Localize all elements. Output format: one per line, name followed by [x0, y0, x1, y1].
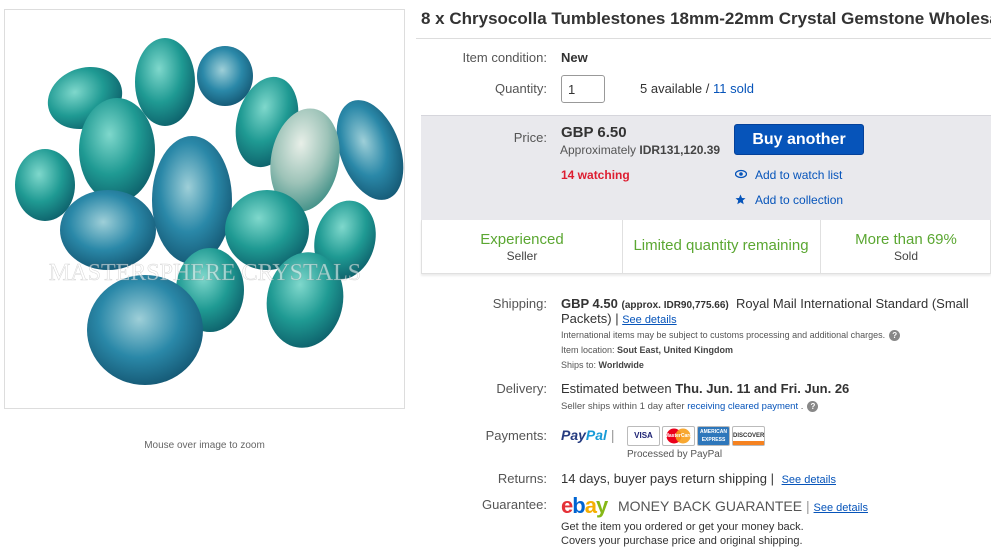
quantity-label: Quantity:	[494, 81, 547, 96]
delivery-estimate: Estimated between Thu. Jun. 11 and Fri. …	[561, 381, 849, 396]
delivery-prefix: Estimated between	[561, 381, 676, 396]
price-value: GBP 6.50	[561, 124, 627, 141]
money-back-title: MONEY BACK GUARANTEE	[618, 498, 803, 514]
shipping-cost: GBP 4.50	[561, 296, 618, 311]
shipping-approx: (approx. IDR90,775.66)	[621, 300, 729, 311]
item-location-value: Sout East, United Kingdom	[617, 345, 734, 355]
product-photo: MASTERSPHERE CRYSTALS	[15, 38, 404, 385]
watermark-text: MASTERSPHERE CRYSTALS	[49, 260, 361, 286]
shipping-service: Royal Mail International Standard (Small	[735, 296, 969, 311]
stat-big: Limited quantity remaining	[633, 237, 809, 254]
payments-label: Payments:	[485, 428, 547, 443]
zoom-hint: Mouse over image to zoom	[144, 440, 265, 451]
ebay-logo: ebay	[561, 493, 608, 518]
stat-sold-percent: More than 69% Sold	[820, 220, 991, 274]
product-image[interactable]: MASTERSPHERE CRYSTALS	[4, 9, 405, 409]
eye-icon	[734, 169, 748, 182]
add-to-watch-list-link[interactable]: Add to watch list	[755, 168, 842, 182]
approx-prefix: Approximately	[560, 143, 640, 157]
returns-line: 14 days, buyer pays return shipping | Se…	[561, 471, 837, 486]
ships-to: Ships to: Worldwide	[561, 360, 644, 370]
ships-to-label: Ships to:	[561, 360, 597, 370]
guarantee-see-details-link[interactable]: See details	[814, 502, 868, 514]
question-circle-icon[interactable]: ?	[889, 330, 901, 342]
stat-limited-quantity: Limited quantity remaining	[622, 220, 820, 274]
international-note-text: International items may be subject to cu…	[561, 330, 886, 340]
watching-count: 14 watching	[561, 168, 630, 182]
shipping-see-details-link[interactable]: See details	[622, 314, 676, 326]
available-count: 5 available	[640, 81, 703, 96]
condition-label: Item condition:	[462, 50, 547, 65]
item-location-label: Item location:	[561, 345, 615, 355]
quantity-input[interactable]	[561, 75, 605, 103]
processed-by-paypal: Processed by PayPal	[627, 449, 723, 460]
delivery-label: Delivery:	[496, 381, 547, 396]
stat-small: Seller	[506, 249, 538, 263]
paypal-logo-part1: Pay	[561, 427, 586, 443]
money-back-guarantee: MONEY BACK GUARANTEE | See details	[618, 498, 868, 514]
add-to-collection-link[interactable]: Add to collection	[755, 193, 843, 207]
condition-value: New	[561, 50, 588, 65]
delivery-note-suffix: .	[798, 401, 804, 413]
availability-separator: /	[702, 81, 713, 96]
returns-label: Returns:	[497, 471, 547, 486]
buy-another-button[interactable]: Buy another	[734, 124, 864, 155]
guarantee-description: Get the item you ordered or get your mon…	[561, 520, 804, 548]
sold-link[interactable]: 11 sold	[713, 81, 754, 96]
discover-card-icon: DISCOVER	[732, 426, 765, 446]
stat-experienced: Experienced Seller	[422, 220, 622, 274]
price-label: Price:	[513, 130, 547, 145]
item-location: Item location: Sout East, United Kingdom	[561, 345, 733, 355]
question-circle-icon[interactable]: ?	[807, 401, 819, 412]
stat-big: More than 69%	[855, 231, 957, 248]
stat-big: Experienced	[480, 231, 564, 248]
paypal-logo: PayPal |	[561, 427, 615, 443]
amex-card-icon: AMERICAN EXPRESS	[697, 426, 730, 446]
returns-value: 14 days, buyer pays return shipping	[561, 471, 767, 486]
delivery-dates: Thu. Jun. 11 and Fri. Jun. 26	[675, 381, 850, 396]
visa-card-icon: VISA	[627, 426, 660, 446]
paypal-logo-part2: Pal	[585, 427, 607, 443]
title-divider	[416, 38, 991, 39]
seller-stats: Experienced Seller Limited quantity rema…	[421, 220, 991, 274]
guarantee-label: Guarantee:	[481, 497, 547, 512]
price-approx: Approximately IDR131,120.39	[560, 143, 720, 157]
item-title: 8 x Chrysocolla Tumblestones 18mm-22mm C…	[421, 9, 991, 28]
shipping-line-2: Packets) | See details	[561, 311, 677, 326]
shipping-service-cont: Packets)	[561, 311, 612, 326]
cleared-payment-link[interactable]: receiving cleared payment	[687, 401, 798, 412]
approx-value: IDR131,120.39	[639, 143, 721, 157]
delivery-note-prefix: Seller ships within 1 day after	[561, 401, 688, 413]
shipping-line: GBP 4.50 (approx. IDR90,775.66) Royal Ma…	[561, 296, 969, 311]
quantity-availability: 5 available / 11 sold	[640, 81, 754, 96]
mastercard-icon: MasterCard	[662, 426, 695, 446]
star-icon	[735, 194, 746, 208]
guarantee-line-2: Covers your purchase price and original …	[561, 535, 803, 547]
international-note: International items may be subject to cu…	[561, 330, 901, 342]
guarantee-line-1: Get the item you ordered or get your mon…	[561, 521, 804, 533]
shipping-label: Shipping:	[492, 296, 547, 311]
stat-small: Sold	[893, 249, 919, 263]
ships-to-value: Worldwide	[598, 360, 644, 370]
mastercard-label: MasterCard	[664, 433, 693, 439]
discover-label: DISCOVER	[733, 433, 765, 439]
delivery-note: Seller ships within 1 day after receivin…	[561, 401, 819, 413]
returns-see-details-link[interactable]: See details	[782, 474, 836, 486]
